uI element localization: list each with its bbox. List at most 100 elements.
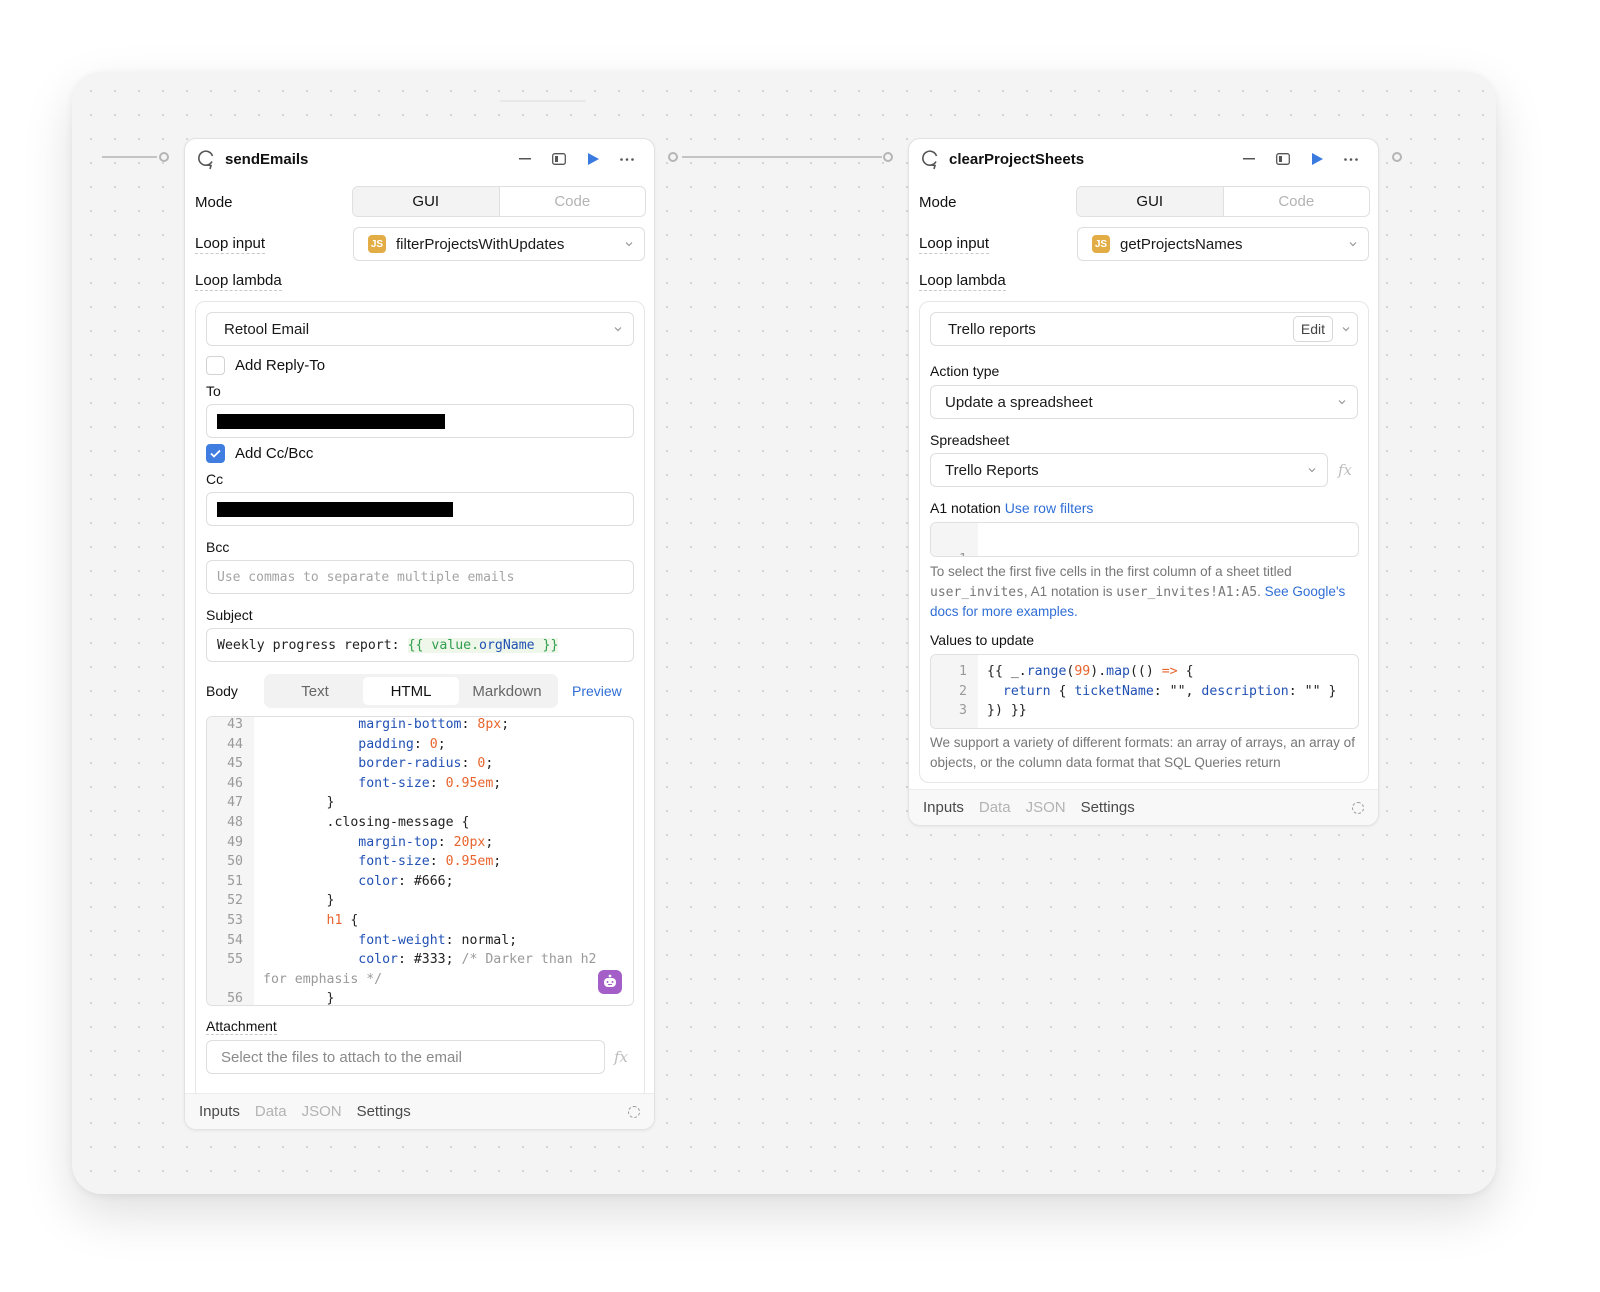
footer-tab-settings[interactable]: Settings xyxy=(357,1103,411,1120)
cc-input[interactable] xyxy=(206,492,634,526)
footer-tab-inputs[interactable]: Inputs xyxy=(199,1103,240,1120)
code-text: .closing-message { xyxy=(263,813,470,833)
block-title[interactable]: clearProjectSheets xyxy=(949,151,1232,168)
tab-text[interactable]: Text xyxy=(267,677,363,705)
loop-input-select[interactable]: JS getProjectsNames xyxy=(1077,227,1369,261)
spreadsheet-value: Trello Reports xyxy=(945,461,1039,479)
subject-label: Subject xyxy=(206,607,253,623)
code-token: 0 xyxy=(429,736,438,752)
code-token: ; xyxy=(493,854,502,870)
resource-select[interactable]: Retool Email xyxy=(206,312,634,346)
to-input[interactable] xyxy=(206,404,634,438)
more-options-button[interactable] xyxy=(610,147,644,171)
code-token: h1 xyxy=(326,913,343,928)
footer-tab-data[interactable]: Data xyxy=(979,799,1011,816)
footer-tab-inputs[interactable]: Inputs xyxy=(923,799,964,816)
fx-icon[interactable]: fx xyxy=(614,1048,628,1066)
footer-tab-settings[interactable]: Settings xyxy=(1081,799,1135,816)
code-token: 0.95em xyxy=(445,775,494,791)
code-token: {{ _. xyxy=(987,664,1027,679)
code-token: color xyxy=(358,952,398,968)
mode-code-option[interactable]: Code xyxy=(1224,187,1370,216)
code-token: } xyxy=(263,795,335,811)
template-property: orgName xyxy=(479,637,535,653)
mode-toggle: GUI Code xyxy=(352,186,646,217)
panel-footer: Inputs Data JSON Settings xyxy=(185,1093,654,1129)
code-line: 50 font-size: 0.95em; xyxy=(207,852,633,872)
resource-select[interactable]: Trello reports Edit xyxy=(930,312,1358,346)
chevron-down-icon xyxy=(625,242,633,247)
reply-to-checkbox[interactable] xyxy=(206,356,225,375)
body-code-editor[interactable]: 43 margin-bottom: 8px; 44 padding: 0; 45 b… xyxy=(206,716,634,1006)
code-text: return { ticketName: "", description: ""… xyxy=(987,682,1337,702)
code-text: font-size: 0.95em; xyxy=(263,774,501,794)
bcc-input[interactable]: Use commas to separate multiple emails xyxy=(206,560,634,594)
ai-assist-button[interactable] xyxy=(598,970,622,994)
preview-link[interactable]: Preview xyxy=(572,683,622,699)
code-text: margin-bottom: 8px; xyxy=(263,717,509,735)
toggle-panel-button[interactable] xyxy=(1266,147,1300,171)
loop-input-select[interactable]: JS filterProjectsWithUpdates xyxy=(353,227,645,261)
a1-notation-label: A1 notation Use row filters xyxy=(930,500,1093,516)
minimize-button[interactable] xyxy=(508,147,542,171)
code-token: border-radius xyxy=(358,756,462,772)
mode-gui-option[interactable]: GUI xyxy=(1077,187,1224,216)
fx-icon[interactable]: fx xyxy=(1338,461,1352,479)
send-emails-block: sendEmails Mode GUI Code Loop input JS f… xyxy=(184,138,655,1130)
status-spinner-icon xyxy=(1352,801,1364,814)
minimize-button[interactable] xyxy=(1232,147,1266,171)
spreadsheet-select[interactable]: Trello Reports xyxy=(930,453,1328,487)
code-text: } xyxy=(263,891,335,911)
mode-code-option[interactable]: Code xyxy=(500,187,646,216)
minus-icon xyxy=(1243,158,1255,160)
values-code-editor[interactable]: 1{{ _.range(99).map(() => {2 return { ti… xyxy=(930,654,1359,729)
attachment-input[interactable]: Select the files to attach to the email xyxy=(206,1040,605,1074)
template-close: }} xyxy=(534,637,559,653)
run-button[interactable] xyxy=(1300,147,1334,171)
edit-resource-button[interactable]: Edit xyxy=(1292,316,1333,342)
code-text: } xyxy=(263,793,335,813)
help-code: user_invites!A1:A5 xyxy=(1116,584,1258,600)
subject-input[interactable]: Weekly progress report: {{ value.orgName… xyxy=(206,628,634,662)
resource-value: Trello reports xyxy=(948,320,1036,338)
right-panel-input-port[interactable] xyxy=(883,152,893,162)
code-token: color xyxy=(358,873,398,889)
code-token: 99 xyxy=(1074,664,1091,679)
more-icon xyxy=(1344,157,1358,161)
left-panel-output-port[interactable] xyxy=(668,152,678,162)
resource-value: Retool Email xyxy=(224,320,310,338)
use-row-filters-link[interactable]: Use row filters xyxy=(1005,500,1094,516)
toggle-panel-button[interactable] xyxy=(542,147,576,171)
template-open: {{ value. xyxy=(407,637,480,653)
mode-gui-option[interactable]: GUI xyxy=(353,187,500,216)
code-token: description xyxy=(1201,683,1289,699)
tab-html[interactable]: HTML xyxy=(363,677,459,705)
code-text: color: #666; xyxy=(263,872,453,892)
code-token: : xyxy=(461,756,478,772)
panel-header: clearProjectSheets xyxy=(909,139,1378,179)
cc-bcc-checkbox[interactable] xyxy=(206,444,225,463)
code-token: : "" } xyxy=(1288,683,1337,699)
footer-tab-data[interactable]: Data xyxy=(255,1103,287,1120)
footer-tab-json[interactable]: JSON xyxy=(1026,799,1066,816)
block-title[interactable]: sendEmails xyxy=(225,151,508,168)
line-number: 56 xyxy=(227,991,243,1006)
code-token: (() xyxy=(1129,664,1162,679)
loop-input-value: getProjectsNames xyxy=(1120,235,1243,253)
run-button[interactable] xyxy=(576,147,610,171)
left-panel-input-port[interactable] xyxy=(159,152,169,162)
tab-markdown[interactable]: Markdown xyxy=(459,677,555,705)
redacted-cc-value xyxy=(217,501,453,517)
right-panel-output-port[interactable] xyxy=(1392,152,1402,162)
code-token: return xyxy=(1002,683,1051,699)
a1-notation-editor[interactable]: 1 {{ `${value}!A1:B100` }} xyxy=(930,522,1359,557)
code-token: ; xyxy=(485,756,494,772)
action-type-select[interactable]: Update a spreadsheet xyxy=(930,385,1358,419)
code-text: {{ _.range(99).map(() => { xyxy=(987,662,1194,682)
footer-tab-json[interactable]: JSON xyxy=(302,1103,342,1120)
more-options-button[interactable] xyxy=(1334,147,1368,171)
